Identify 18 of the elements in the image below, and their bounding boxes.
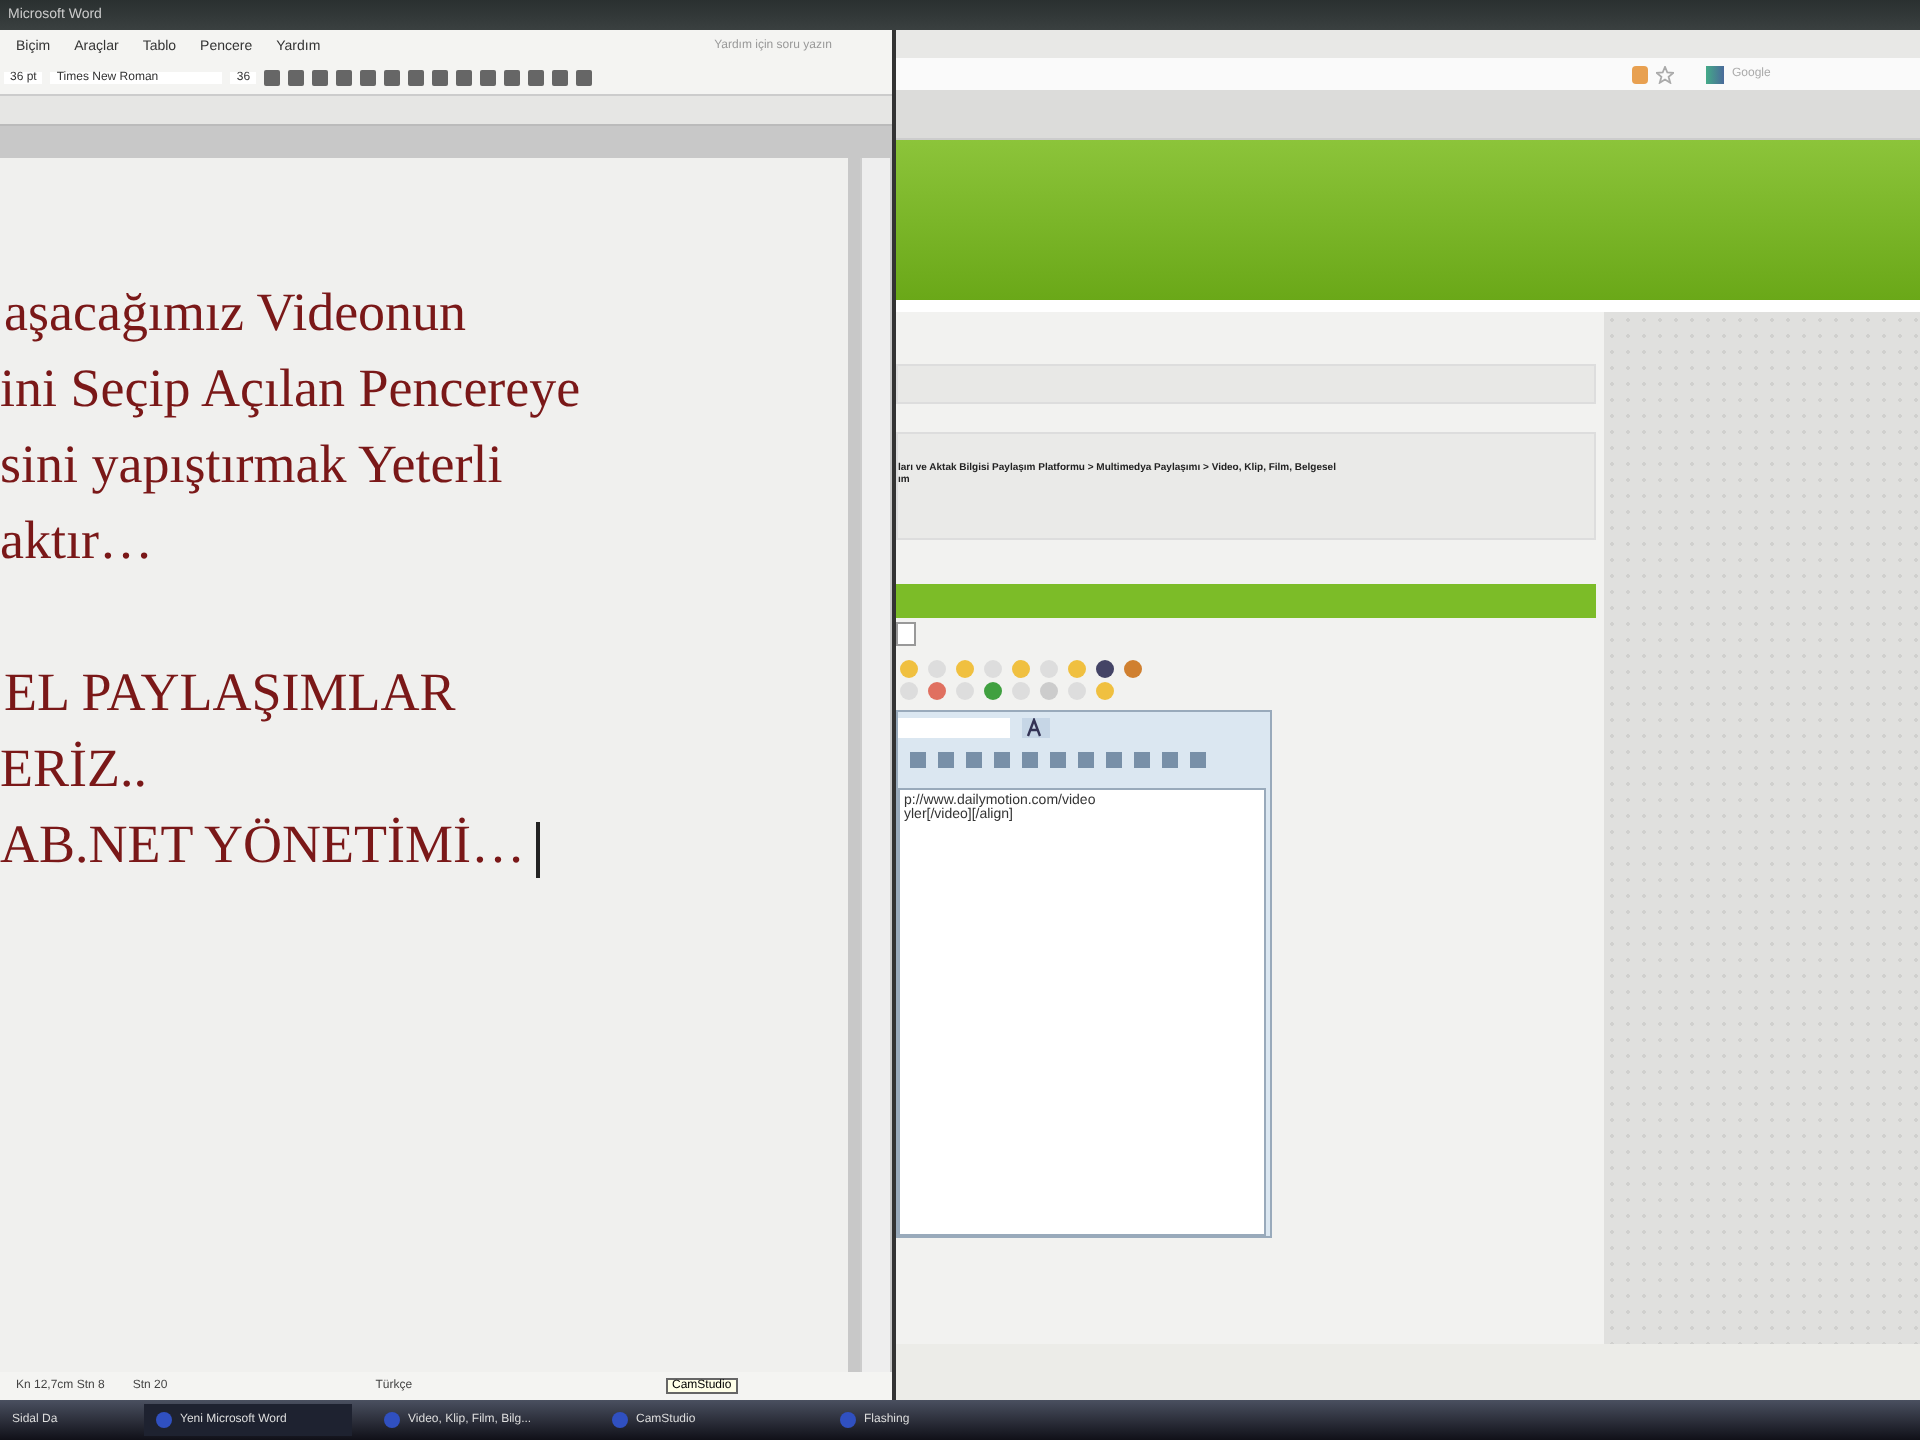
feed-icon[interactable] [1632,65,1648,83]
text-color-icon[interactable] [1022,718,1050,738]
scrollbar[interactable] [860,158,890,1372]
document-text: AB.NET YÖNETİMİ… [0,814,848,890]
star-icon[interactable] [1656,65,1674,83]
app-icon [156,1412,172,1428]
app-icon [384,1412,400,1428]
font-dropdown[interactable] [898,718,1010,738]
search-engine-icon[interactable] [1706,65,1724,83]
document-text: aktır… [0,510,155,574]
document-text: EL PAYLAŞIMLAR [2,662,458,726]
document-text: ini Seçip Açılan Pencereye [0,358,583,422]
document-text: ERİZ.. [0,738,149,802]
document-text: aşacağımız Videonun [2,282,469,346]
app-icon [612,1412,628,1428]
document-text: sini yapıştırmak Yeterli [0,434,505,498]
app-icon [840,1412,856,1428]
input-field[interactable] [896,622,916,646]
